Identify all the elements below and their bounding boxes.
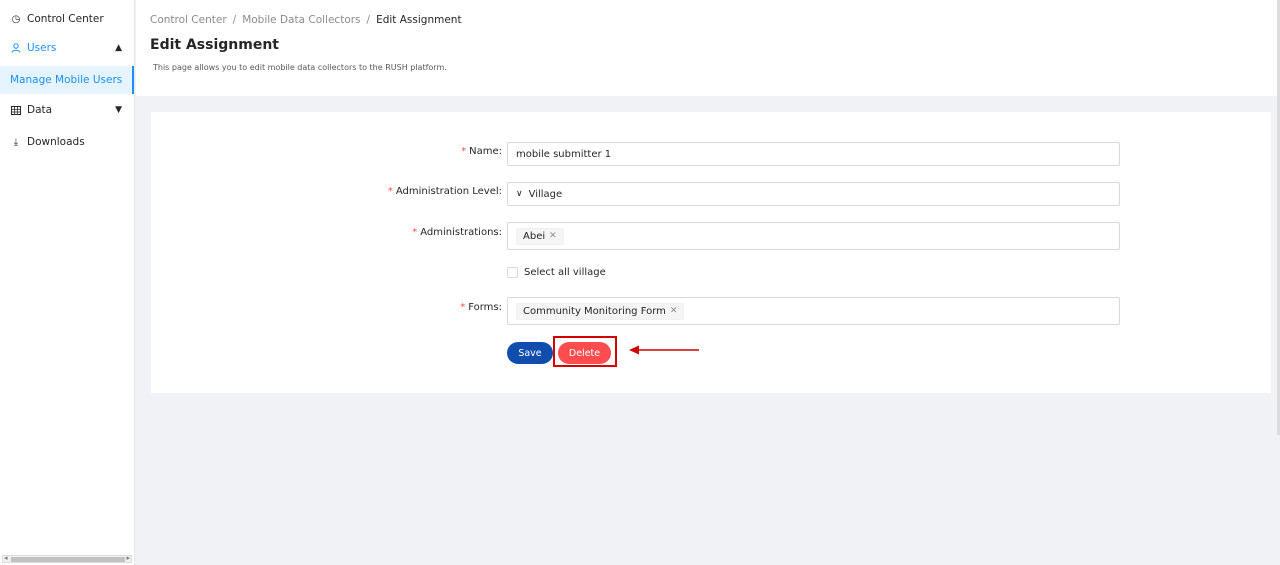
save-button[interactable]: Save — [507, 342, 553, 364]
sidebar-item-label: Users — [27, 42, 57, 54]
sidebar-item-downloads[interactable]: ⤓ Downloads — [0, 129, 134, 155]
scroll-left-icon[interactable]: ◂ — [4, 554, 8, 562]
close-icon[interactable]: ✕ — [549, 231, 557, 241]
edit-assignment-form: * Name: mobile submitter 1 * Administratio… — [151, 112, 1271, 393]
form-tag: Community Monitoring Form ✕ — [516, 302, 685, 320]
highlight-box — [553, 336, 617, 367]
horizontal-scrollbar[interactable]: ◂ ▸ — [2, 554, 132, 563]
breadcrumb-separator: / — [232, 14, 237, 26]
chevron-up-icon[interactable]: ▲ — [115, 43, 122, 53]
sidebar-item-users[interactable]: Users ▲ — [0, 35, 134, 61]
chevron-down-icon: ∨ — [516, 189, 523, 199]
sidebar-item-label: Data — [27, 104, 53, 116]
breadcrumb-mobile-data-collectors[interactable]: Mobile Data Collectors — [242, 14, 360, 26]
administration-level-select[interactable]: ∨ Village — [507, 182, 1120, 206]
select-all-label: Select all village — [524, 267, 606, 278]
forms-label: * Forms: — [460, 302, 502, 313]
breadcrumb-separator: / — [366, 14, 371, 26]
administration-level-label: * Administration Level: — [387, 186, 502, 197]
name-label: * Name: — [461, 146, 502, 157]
dashboard-icon: ◷ — [11, 13, 21, 25]
sidebar-item-label: Downloads — [27, 136, 85, 148]
sidebar-item-label: Manage Mobile Users — [10, 74, 123, 86]
close-icon[interactable]: ✕ — [670, 306, 678, 316]
table-icon — [10, 105, 22, 115]
administrations-label: * Administrations: — [412, 227, 502, 238]
chevron-down-icon[interactable]: ▼ — [115, 105, 122, 115]
select-all-checkbox[interactable] — [507, 267, 518, 278]
sidebar-item-data[interactable]: Data ▼ — [0, 97, 134, 123]
user-icon — [10, 43, 22, 53]
sidebar-item-label: Control Center — [27, 13, 104, 25]
breadcrumb-control-center[interactable]: Control Center — [150, 14, 227, 26]
scrollbar-thumb[interactable] — [11, 557, 125, 562]
select-all-village-row[interactable]: Select all village — [507, 267, 606, 278]
arrow-left-icon — [629, 345, 699, 355]
sidebar-item-control-center[interactable]: ◷ Control Center — [0, 6, 134, 32]
administration-tag: Abei ✕ — [516, 227, 564, 245]
page-description: This page allows you to edit mobile data… — [153, 63, 447, 72]
download-icon: ⤓ — [13, 136, 19, 148]
name-input[interactable]: mobile submitter 1 — [507, 142, 1120, 166]
scroll-right-icon[interactable]: ▸ — [126, 554, 130, 562]
breadcrumb-edit-assignment: Edit Assignment — [376, 14, 462, 26]
administrations-select[interactable]: Abei ✕ — [507, 222, 1120, 250]
page-title: Edit Assignment — [150, 37, 279, 53]
sidebar: ◷ Control Center Users ▲ Manage Mobile U… — [0, 0, 135, 565]
sidebar-item-manage-mobile-users[interactable]: Manage Mobile Users — [0, 66, 134, 94]
forms-select[interactable]: Community Monitoring Form ✕ — [507, 297, 1120, 325]
breadcrumb: Control Center / Mobile Data Collectors … — [150, 14, 462, 26]
page-header: Control Center / Mobile Data Collectors … — [136, 0, 1280, 96]
